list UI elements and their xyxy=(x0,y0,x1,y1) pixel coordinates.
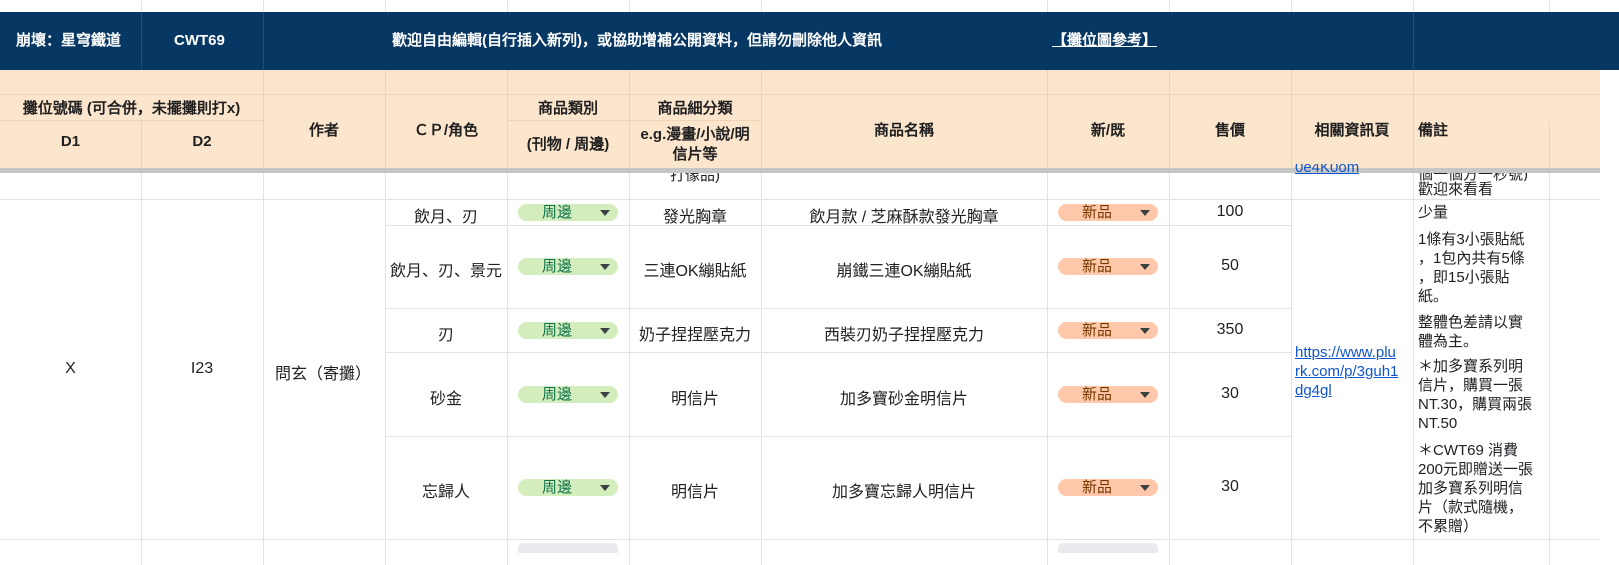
category-dropdown[interactable]: 周邊 xyxy=(518,258,618,275)
item-cp[interactable]: 刃 xyxy=(385,321,507,345)
item-subcategory[interactable]: 發光胸章 xyxy=(629,203,761,227)
header-subcategory: 商品細分類 xyxy=(657,100,733,117)
chevron-down-icon xyxy=(600,392,610,398)
chevron-down-icon xyxy=(600,485,610,491)
item-remark[interactable]: 整體色差請以實 體為主。 xyxy=(1418,313,1523,351)
item-subcategory[interactable]: 奶子捏捏壓克力 xyxy=(629,321,761,345)
remark-line: ＊加多寶系列明 xyxy=(1418,358,1524,375)
info-link-line: dg4gl xyxy=(1295,382,1332,399)
category-dropdown[interactable]: 周邊 xyxy=(518,204,618,221)
header-subcategory-hint-2: 信片等 xyxy=(672,146,718,163)
header-remarks: 備註 xyxy=(1418,122,1449,139)
header-cp: ＣＰ/角色 xyxy=(413,122,479,139)
item-cp[interactable]: 忘歸人 xyxy=(385,478,507,502)
item-cp[interactable]: 飲月、刃、景元 xyxy=(385,257,507,281)
category-dropdown[interactable]: 周邊 xyxy=(518,322,618,339)
category-dropdown[interactable]: 周邊 xyxy=(518,386,618,403)
chevron-down-icon xyxy=(1140,210,1150,216)
event-title: CWT69 xyxy=(174,32,225,49)
remark-line: 整體色差請以實 xyxy=(1418,314,1524,331)
chevron-down-icon xyxy=(600,210,610,216)
header-price: 售價 xyxy=(1214,122,1245,139)
item-remark[interactable]: 少量 xyxy=(1418,203,1448,222)
remark-line: NT.30，購買兩張 xyxy=(1418,396,1533,413)
chevron-down-icon xyxy=(600,328,610,334)
item-name[interactable]: 加多寶忘歸人明信片 xyxy=(761,478,1047,502)
header-author: 作者 xyxy=(308,122,339,139)
remark-line: 片（款式隨機， xyxy=(1418,499,1524,516)
item-price[interactable]: 50 xyxy=(1169,257,1291,275)
header-d1: D1 xyxy=(60,133,81,150)
item-name[interactable]: 西裝刃奶子捏捏壓克力 xyxy=(761,321,1047,345)
info-link-line: https://www.plu xyxy=(1295,344,1396,361)
item-price[interactable]: 30 xyxy=(1169,385,1291,403)
booth-info-link[interactable]: https://www.plu rk.com/p/3guh1 dg4gl xyxy=(1295,343,1398,400)
header-info-page: 相關資訊頁 xyxy=(1314,122,1390,139)
header-category-sub: (刊物 / 周邊) xyxy=(526,136,610,153)
booth-d2[interactable]: I23 xyxy=(141,360,263,378)
status-dropdown[interactable]: 新品 xyxy=(1058,386,1158,403)
status-dropdown[interactable]: 新品 xyxy=(1058,204,1158,221)
header-product-name: 商品名稱 xyxy=(873,122,934,139)
remark-line: ，1包內共有5條 xyxy=(1418,250,1525,267)
next-row-category-chip[interactable] xyxy=(518,543,618,553)
chevron-down-icon xyxy=(1140,328,1150,334)
peek-info-link[interactable]: 0e4K0om xyxy=(1295,164,1359,178)
item-name[interactable]: 加多寶砂金明信片 xyxy=(761,385,1047,409)
next-row-status-chip[interactable] xyxy=(1058,543,1158,553)
item-name[interactable]: 崩鐵三連OK繃貼紙 xyxy=(761,257,1047,281)
item-remark[interactable]: 1條有3小張貼紙 ，1包內共有5條 ，即15小張貼 紙。 xyxy=(1418,230,1525,306)
remark-line: 紙。 xyxy=(1418,288,1449,305)
item-remark[interactable]: ＊CWT69 消費 200元即贈送一張 加多寶系列明信 片（款式隨機， 不累贈） xyxy=(1418,441,1533,536)
chevron-down-icon xyxy=(1140,392,1150,398)
header-d2: D2 xyxy=(192,133,212,150)
remark-line: 1條有3小張貼紙 xyxy=(1418,231,1525,248)
item-subcategory[interactable]: 明信片 xyxy=(629,385,761,409)
booth-map-link[interactable]: 【攤位圖參考】 xyxy=(1052,12,1157,70)
remark-line: 信片，購買一張 xyxy=(1418,377,1524,394)
peek-remark: 歡迎來看看 xyxy=(1418,181,1494,198)
item-cp[interactable]: 砂金 xyxy=(385,385,507,409)
edit-notice: 歡迎自由編輯(自行插入新列)，或協助增補公開資料，但請勿刪除他人資訊 xyxy=(392,32,882,49)
peek-subcategory-fragment: 打像品) xyxy=(670,173,720,184)
title-banner: 崩壞：星穹鐵道 CWT69 歡迎自由編輯(自行插入新列)，或協助增補公開資料，但… xyxy=(0,12,1619,70)
item-name[interactable]: 飲月款 / 芝麻酥款發光胸章 xyxy=(761,203,1047,227)
remark-line: 加多寶系列明信 xyxy=(1418,480,1524,497)
item-cp[interactable]: 飲月、刃 xyxy=(385,203,507,227)
item-subcategory[interactable]: 明信片 xyxy=(629,478,761,502)
remark-line: 不累贈） xyxy=(1418,518,1479,535)
category-dropdown[interactable]: 周邊 xyxy=(518,479,618,496)
booth-author[interactable]: 問玄（寄攤） xyxy=(275,360,371,384)
item-subcategory[interactable]: 三連OK繃貼紙 xyxy=(629,257,761,281)
status-dropdown[interactable]: 新品 xyxy=(1058,479,1158,496)
remark-line: ，即15小張貼 xyxy=(1418,269,1510,286)
status-dropdown[interactable]: 新品 xyxy=(1058,258,1158,275)
header-category: 商品類別 xyxy=(537,100,598,117)
item-remark[interactable]: ＊加多寶系列明 信片，購買一張 NT.30，購買兩張 NT.50 xyxy=(1418,357,1532,433)
chevron-down-icon xyxy=(600,264,610,270)
item-price[interactable]: 350 xyxy=(1169,321,1291,339)
header-subcategory-hint: e.g.漫畫/小說/明 xyxy=(640,126,750,143)
remark-line: 少量 xyxy=(1418,204,1449,221)
item-price[interactable]: 100 xyxy=(1169,203,1291,221)
item-price[interactable]: 30 xyxy=(1169,478,1291,496)
header-new-old: 新/既 xyxy=(1090,122,1126,139)
info-link-line: rk.com/p/3guh1 xyxy=(1295,363,1399,380)
status-dropdown[interactable]: 新品 xyxy=(1058,322,1158,339)
remark-line: NT.50 xyxy=(1418,415,1458,432)
remark-line: 200元即贈送一張 xyxy=(1418,461,1534,478)
booth-d1[interactable]: X xyxy=(0,360,141,378)
chevron-down-icon xyxy=(1140,264,1150,270)
remark-line: ＊CWT69 消費 xyxy=(1418,442,1519,459)
chevron-down-icon xyxy=(1140,485,1150,491)
freeze-divider[interactable] xyxy=(0,168,1600,173)
game-title: 崩壞：星穹鐵道 xyxy=(16,32,122,49)
header-booth-number: 攤位號碼 (可合併，未擺攤則打x) xyxy=(22,100,241,117)
remark-line: 體為主。 xyxy=(1418,333,1479,350)
